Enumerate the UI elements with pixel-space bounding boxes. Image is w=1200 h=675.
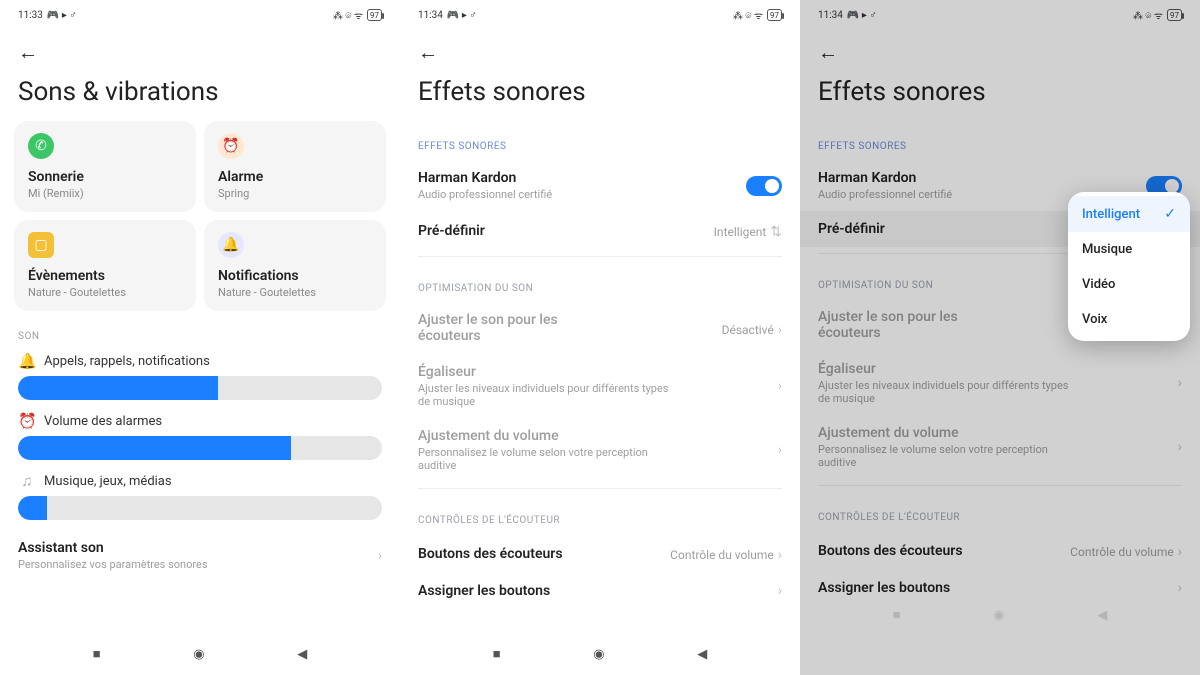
back-button[interactable]: ← — [400, 26, 800, 71]
page-title: Sons & vibrations — [0, 71, 400, 121]
card-evenements[interactable]: ▢ Évènements Nature - Goutelettes — [14, 220, 196, 311]
card-sonnerie[interactable]: ✆ Sonnerie Mi (Remiix) — [14, 121, 196, 212]
back-arrow-icon: ← — [418, 40, 438, 64]
chevron-right-icon: › — [778, 547, 782, 563]
section-son: SON — [0, 311, 400, 350]
predef-dropdown: Intelligent✓ Musique Vidéo Voix — [1068, 192, 1190, 341]
chevron-right-icon: › — [778, 442, 782, 458]
row-boutons-ecouteurs[interactable]: Boutons des écouteurs Contrôle du volume… — [400, 534, 800, 573]
bell-icon: 🔔 — [218, 232, 244, 258]
status-bar: 11:33🎮 ▸ ♂ ⁂ ⌾ ᯤ97 — [0, 4, 400, 26]
slider-label-calls: Appels, rappels, notifications — [44, 354, 210, 369]
back-arrow-icon: ← — [18, 40, 38, 64]
row-assigner-boutons[interactable]: Assigner les boutons › — [400, 573, 800, 609]
nav-recent-icon[interactable]: ■ — [493, 646, 501, 662]
chevron-right-icon: › — [778, 378, 782, 394]
slider-label-alarm: Volume des alarmes — [44, 414, 162, 429]
row-predefinir[interactable]: Pré-définir Intelligent⇅ — [400, 211, 800, 250]
row-egaliseur[interactable]: ÉgaliseurAjuster les niveaux individuels… — [400, 354, 800, 418]
phone-icon: ✆ — [28, 133, 54, 159]
bell-outline-icon: 🔔 — [18, 352, 36, 370]
card-alarme[interactable]: ⏰ Alarme Spring — [204, 121, 386, 212]
slider-media[interactable] — [18, 496, 382, 520]
row-assistant-son[interactable]: Assistant son Personnalisez vos paramètr… — [0, 530, 400, 581]
android-nav-bar: ■ ◉ ◀ — [400, 639, 800, 669]
android-nav-bar: ■ ◉ ◀ — [0, 639, 400, 669]
battery-icon: 97 — [767, 9, 782, 21]
row-ajustement-volume[interactable]: Ajustement du volumePersonnalisez le vol… — [400, 418, 800, 482]
row-harman-kardon[interactable]: Harman Kardon Audio professionnel certif… — [400, 160, 800, 211]
option-musique[interactable]: Musique — [1068, 232, 1190, 267]
music-outline-icon: ♫ — [18, 472, 36, 490]
check-icon: ✓ — [1164, 206, 1176, 222]
toggle-harman-kardon[interactable] — [746, 176, 782, 196]
row-ajuster-ecouteurs[interactable]: Ajuster le son pour les écouteurs Désact… — [400, 302, 800, 354]
nav-back-icon[interactable]: ◀ — [697, 647, 707, 662]
section-controles: CONTRÔLES DE L'ÉCOUTEUR — [400, 495, 800, 534]
chevron-right-icon: › — [778, 322, 782, 338]
chevron-right-icon: › — [778, 583, 782, 599]
nav-back-icon[interactable]: ◀ — [297, 647, 307, 662]
nav-recent-icon[interactable]: ■ — [93, 646, 101, 662]
card-notifications[interactable]: 🔔 Notifications Nature - Goutelettes — [204, 220, 386, 311]
alarm-outline-icon: ⏰ — [18, 412, 36, 430]
section-effets: EFFETS SONORES — [400, 121, 800, 160]
nav-home-icon[interactable]: ◉ — [593, 647, 604, 662]
calendar-icon: ▢ — [28, 232, 54, 258]
chevron-right-icon: › — [378, 548, 382, 564]
slider-alarm[interactable] — [18, 436, 382, 460]
back-button[interactable]: ← — [0, 26, 400, 71]
battery-icon: 97 — [367, 9, 382, 21]
section-optim: OPTIMISATION DU SON — [400, 263, 800, 302]
slider-calls[interactable] — [18, 376, 382, 400]
slider-label-media: Musique, jeux, médias — [44, 474, 172, 489]
clock-icon: ⏰ — [218, 133, 244, 159]
chevron-updown-icon: ⇅ — [770, 224, 782, 240]
option-voix[interactable]: Voix — [1068, 302, 1190, 337]
nav-home-icon[interactable]: ◉ — [193, 647, 204, 662]
option-video[interactable]: Vidéo — [1068, 267, 1190, 302]
page-title: Effets sonores — [400, 71, 800, 121]
option-intelligent[interactable]: Intelligent✓ — [1068, 196, 1190, 232]
status-bar: 11:34🎮 ▸ ♂ ⁂ ⌾ ᯤ97 — [400, 4, 800, 26]
